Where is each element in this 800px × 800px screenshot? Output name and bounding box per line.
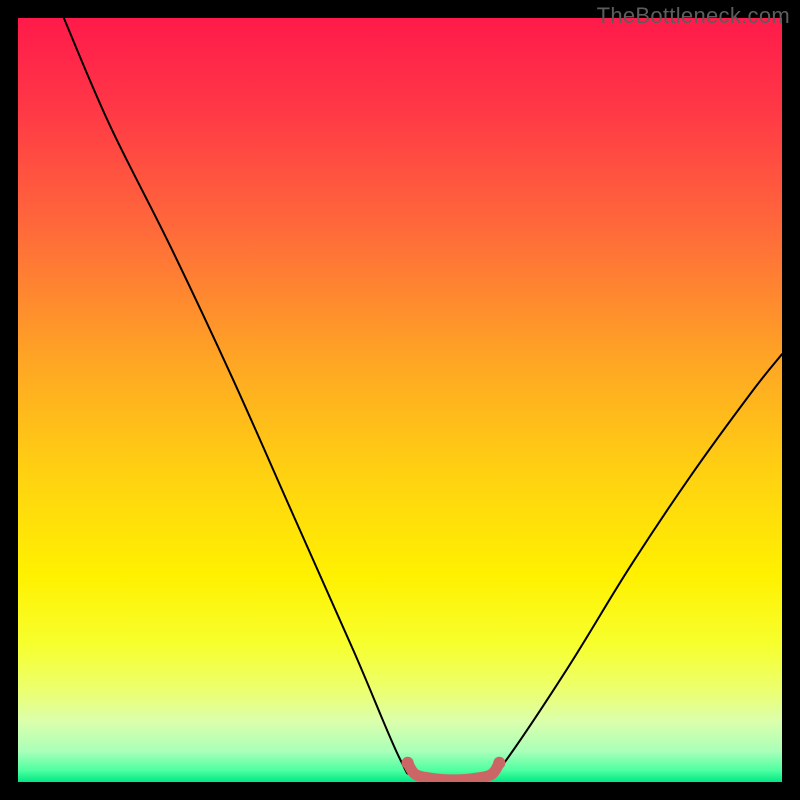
chart-frame: TheBottleneck.com (0, 0, 800, 800)
optimal-band-endpoint-left (402, 757, 414, 769)
curve-layer (18, 18, 782, 782)
plot-area (18, 18, 782, 782)
optimal-band (408, 763, 500, 780)
bottleneck-curve (64, 18, 782, 778)
optimal-band-endpoint-right (493, 757, 505, 769)
watermark-text: TheBottleneck.com (597, 3, 790, 29)
